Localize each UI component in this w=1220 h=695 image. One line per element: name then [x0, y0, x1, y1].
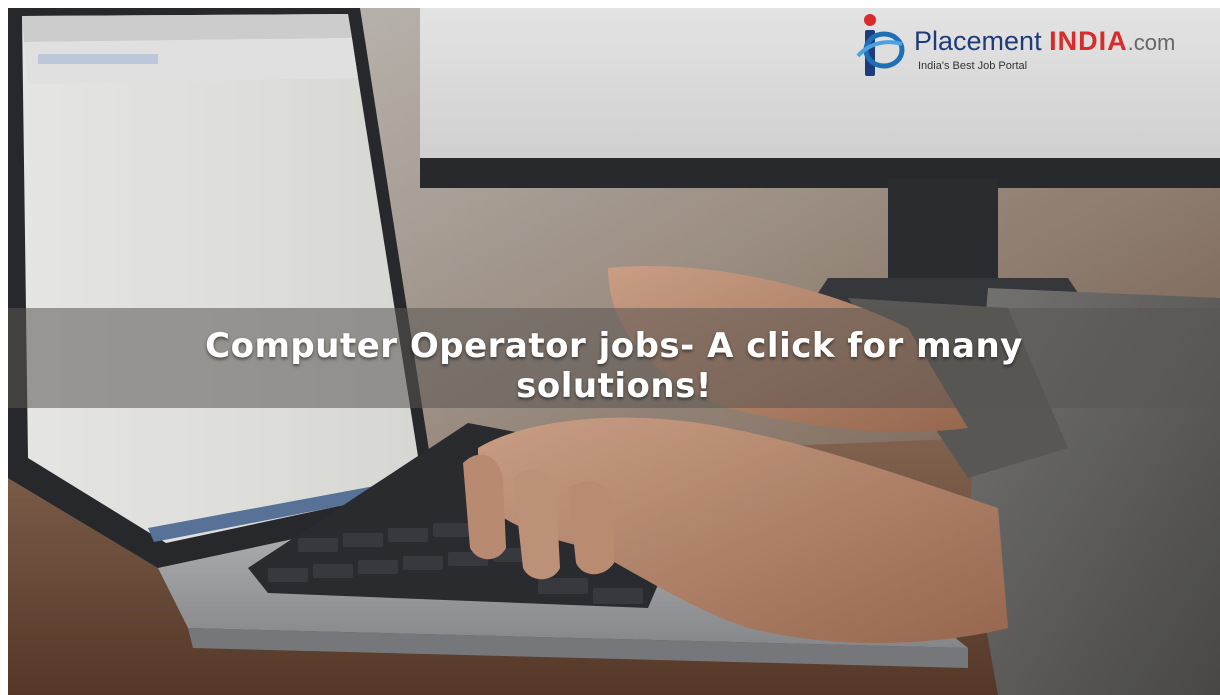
brand-mark-icon: [856, 14, 905, 76]
banner-image: Computer Operator jobs- A click for many…: [8, 8, 1220, 695]
headline-line-2: solutions!: [516, 366, 712, 406]
brand-name-part-2: INDIA: [1049, 26, 1128, 56]
brand-logo: Placement INDIA.com India's Best Job Por…: [844, 8, 1220, 80]
brand-name-part-3: .com: [1127, 30, 1176, 55]
headline: Computer Operator jobs- A click for many…: [68, 326, 1160, 406]
brand-name-part-1: Placement: [914, 26, 1042, 56]
brand-name: Placement INDIA.com: [914, 26, 1175, 58]
brand-tagline: India's Best Job Portal: [918, 60, 1028, 72]
headline-line-1: Computer Operator jobs- A click for many: [205, 326, 1023, 366]
